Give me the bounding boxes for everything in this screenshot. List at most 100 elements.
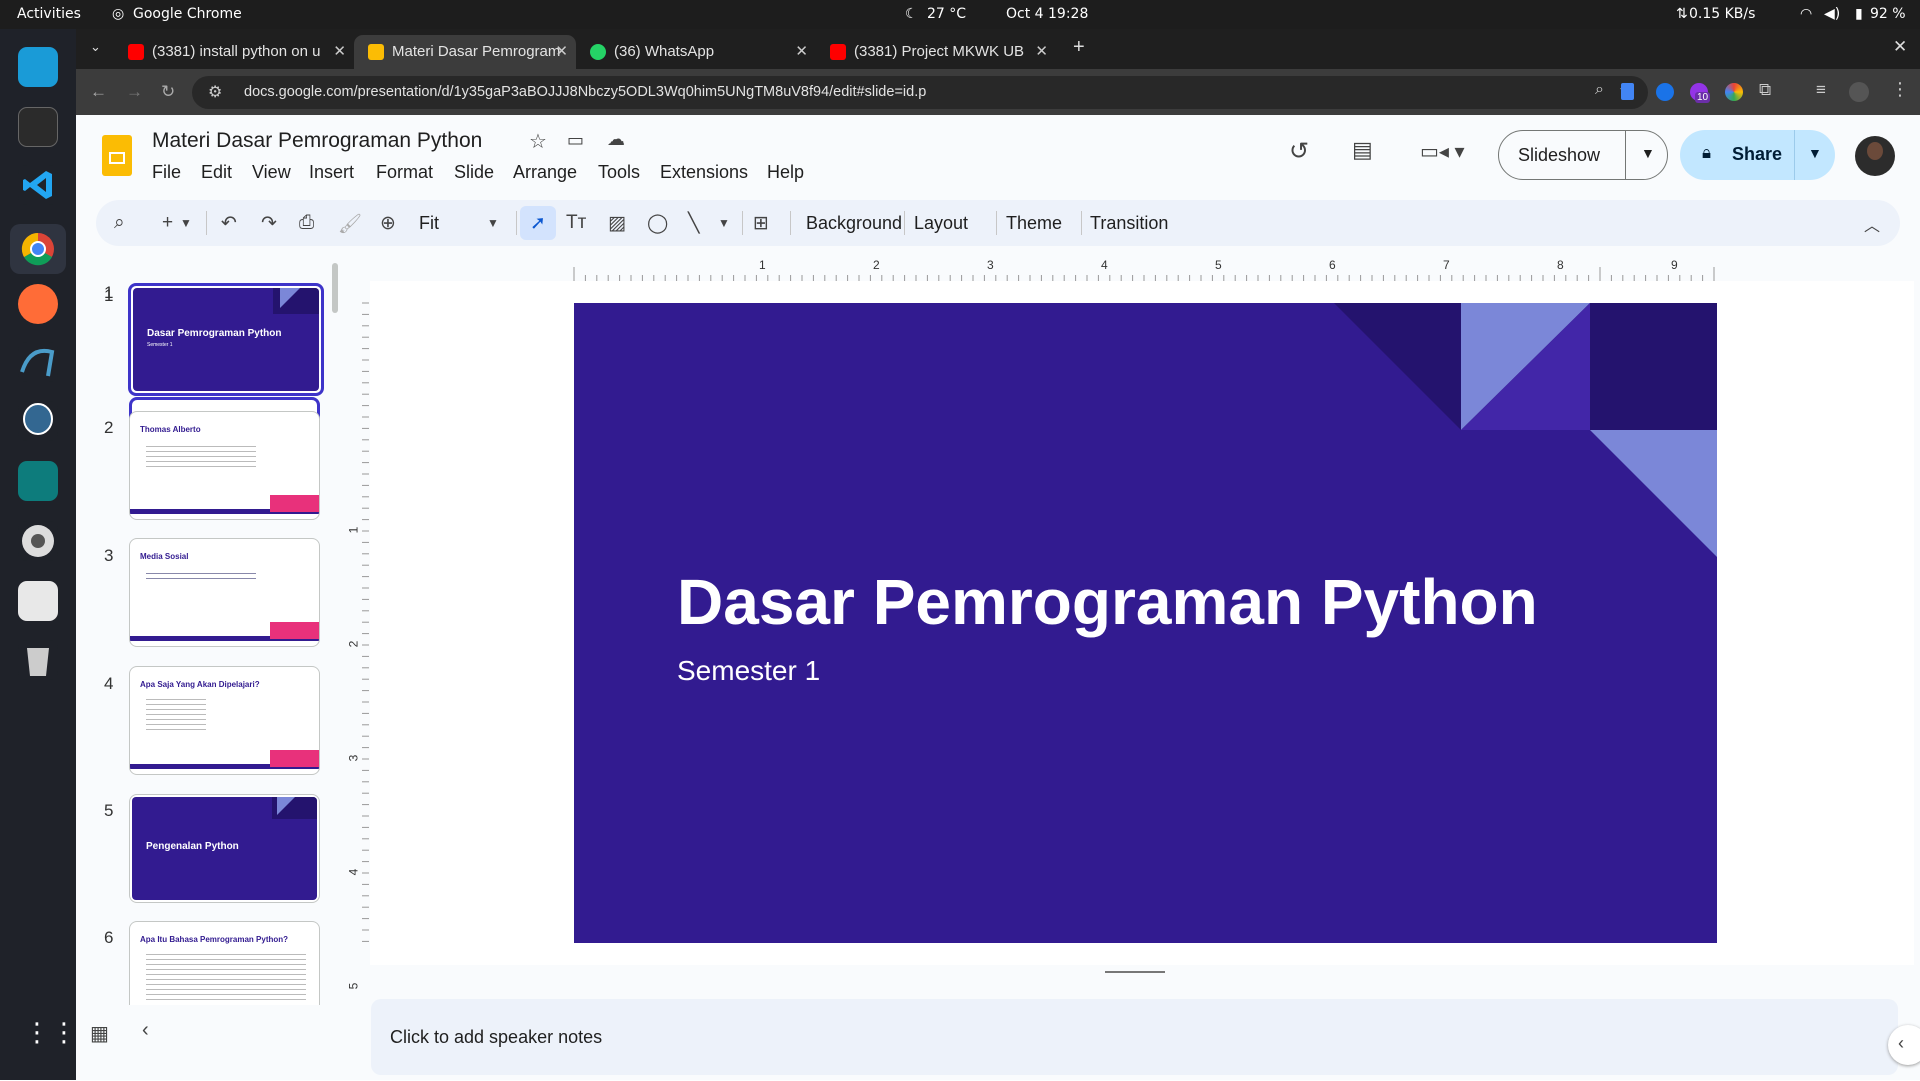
menu-format[interactable]: Format — [376, 162, 433, 183]
reload-icon[interactable]: ↻ — [161, 82, 175, 102]
color-extension-icon[interactable] — [1725, 83, 1743, 101]
speaker-notes[interactable]: Click to add speaker notes — [371, 999, 1898, 1075]
select-cursor-icon[interactable]: ➚ — [530, 212, 546, 235]
slideshow-options-icon[interactable]: ▼ — [1641, 145, 1655, 161]
slide-thumbnail-6[interactable]: Apa Itu Bahasa Pemrograman Python? — [129, 921, 320, 1005]
notes-resize-handle[interactable] — [1105, 971, 1165, 973]
slide-thumbnail-2[interactable]: Thomas Alberto — [129, 411, 320, 520]
print-icon[interactable]: ⎙ — [299, 212, 314, 234]
postgresql-icon[interactable] — [18, 401, 58, 441]
menu-slide[interactable]: Slide — [454, 162, 494, 183]
slide-thumbnail-4[interactable]: Apa Saja Yang Akan Dipelajari? — [129, 666, 320, 775]
browser-menu-icon[interactable]: ⋮ — [1891, 79, 1909, 100]
tab-youtube-2[interactable]: (3381) Project MKWK UB ✕ — [816, 35, 1056, 69]
filmstrip-scrollbar[interactable] — [332, 263, 338, 313]
slide-subtitle[interactable]: Semester 1 — [677, 655, 820, 687]
comments-icon[interactable]: ▤ — [1352, 137, 1373, 163]
extension-icon[interactable] — [1656, 83, 1674, 101]
tab-search-icon[interactable]: ⌄ — [90, 39, 101, 55]
document-title[interactable]: Materi Dasar Pemrograman Python — [152, 129, 482, 153]
settings-icon[interactable] — [18, 521, 58, 561]
menu-extensions[interactable]: Extensions — [660, 162, 748, 183]
git-tool-icon[interactable] — [18, 461, 58, 501]
close-tab-icon[interactable]: ✕ — [333, 42, 346, 60]
new-slide-icon[interactable]: + — [162, 212, 173, 234]
battery-icon[interactable]: ▮ — [1855, 6, 1863, 22]
tab-slides[interactable]: Materi Dasar Pemrogram ✕ — [354, 35, 576, 69]
close-tab-icon[interactable]: ✕ — [555, 42, 568, 60]
grid-view-icon[interactable]: ▦ — [90, 1021, 109, 1046]
slide-thumbnail-1[interactable]: Dasar Pemrograman Python Semester 1 — [128, 283, 324, 396]
collapse-toolbar-icon[interactable]: ︿ — [1864, 212, 1880, 236]
menu-arrange[interactable]: Arrange — [513, 162, 577, 183]
extensions-puzzle-icon[interactable]: ⧉ — [1759, 80, 1771, 100]
tab-whatsapp[interactable]: (36) WhatsApp ✕ — [576, 35, 816, 69]
theme-button[interactable]: Theme — [1006, 213, 1062, 234]
volume-icon[interactable]: ◀) — [1824, 6, 1840, 22]
zoom-dropdown-icon[interactable]: ▼ — [487, 216, 499, 230]
close-tab-icon[interactable]: ✕ — [1035, 42, 1048, 60]
collapse-filmstrip-icon[interactable]: ‹ — [142, 1019, 149, 1042]
trash-icon[interactable] — [18, 640, 58, 680]
clock[interactable]: Oct 4 19:28 — [1006, 6, 1088, 22]
close-tab-icon[interactable]: ✕ — [795, 42, 808, 60]
zoom-icon[interactable]: ⌕ — [1595, 81, 1604, 99]
site-info-icon[interactable]: ⚙ — [208, 82, 222, 102]
line-icon[interactable]: ╲ — [688, 212, 699, 235]
docs-extension-icon[interactable] — [1621, 83, 1634, 100]
menu-view[interactable]: View — [252, 162, 291, 183]
slideshow-button[interactable]: Slideshow — [1518, 145, 1600, 166]
menu-edit[interactable]: Edit — [201, 162, 232, 183]
new-tab-icon[interactable]: + — [1073, 36, 1085, 59]
wifi-icon[interactable]: ◠ — [1800, 6, 1812, 22]
vscode-icon[interactable] — [18, 165, 58, 205]
redo-icon[interactable]: ↷ — [261, 212, 277, 235]
version-history-icon[interactable]: ↺ — [1289, 137, 1309, 166]
chrome-dock-icon[interactable] — [10, 224, 66, 274]
expand-side-panel-icon[interactable]: ‹ — [1888, 1025, 1920, 1065]
star-icon[interactable]: ☆ — [529, 129, 547, 154]
activities-button[interactable]: Activities — [17, 6, 81, 22]
layout-button[interactable]: Layout — [914, 213, 968, 234]
search-menus-icon[interactable]: ⌕ — [114, 212, 125, 234]
reading-list-icon[interactable]: ≡ — [1816, 80, 1826, 100]
background-button[interactable]: Background — [806, 213, 902, 234]
profile-avatar[interactable] — [1849, 82, 1869, 102]
main-slide[interactable]: Dasar Pemrograman Python Semester 1 — [574, 303, 1717, 943]
shape-icon[interactable]: ◯ — [647, 212, 668, 235]
slide-thumbnail-3[interactable]: Media Sosial — [129, 538, 320, 647]
meet-camera-icon[interactable]: ▭◂ ▾ — [1420, 139, 1465, 164]
paint-format-icon[interactable]: 🖌︎ — [338, 212, 362, 236]
mysql-workbench-icon[interactable] — [18, 342, 58, 382]
slides-logo-icon[interactable] — [102, 135, 132, 176]
files-icon[interactable] — [18, 47, 58, 87]
share-options-icon[interactable]: ▼ — [1808, 145, 1822, 161]
insert-comment-icon[interactable]: ⊞ — [753, 212, 769, 235]
transition-button[interactable]: Transition — [1090, 213, 1168, 234]
cloud-saved-icon[interactable]: ☁ — [607, 129, 625, 150]
slide-thumbnail-5[interactable]: Pengenalan Python — [129, 794, 320, 903]
weather-text[interactable]: 27 °C — [927, 6, 966, 22]
zoom-select[interactable]: Fit — [419, 213, 439, 234]
tab-youtube-1[interactable]: (3381) install python on u ✕ — [114, 35, 354, 69]
undo-icon[interactable]: ↶ — [221, 212, 237, 235]
new-slide-layout-icon[interactable]: ▼ — [180, 216, 192, 230]
url-field[interactable]: ⚙ docs.google.com/presentation/d/1y35gaP… — [192, 76, 1648, 109]
slide-title[interactable]: Dasar Pemrograman Python — [677, 565, 1538, 639]
zoom-icon[interactable]: ⊕ — [380, 212, 396, 235]
text-box-icon[interactable]: Tт — [566, 212, 586, 234]
text-editor-icon[interactable] — [18, 581, 58, 621]
share-button[interactable]: Share — [1732, 144, 1782, 165]
back-icon[interactable]: ← — [90, 82, 107, 102]
line-dropdown-icon[interactable]: ▼ — [718, 216, 730, 230]
account-avatar[interactable] — [1855, 136, 1895, 176]
close-window-icon[interactable]: ✕ — [1893, 37, 1907, 57]
forward-icon[interactable]: → — [126, 82, 143, 102]
menu-help[interactable]: Help — [767, 162, 804, 183]
move-folder-icon[interactable]: ▭ — [567, 130, 584, 151]
menu-tools[interactable]: Tools — [598, 162, 640, 183]
menu-insert[interactable]: Insert — [309, 162, 354, 183]
insert-image-icon[interactable]: ▨ — [608, 212, 626, 235]
menu-file[interactable]: File — [152, 162, 181, 183]
postman-icon[interactable] — [18, 284, 58, 324]
